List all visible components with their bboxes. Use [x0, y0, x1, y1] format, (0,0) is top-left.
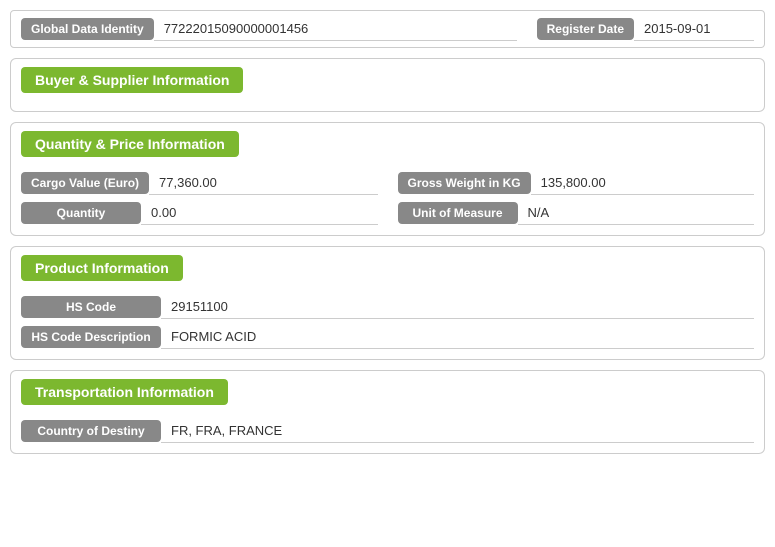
quantity-value: 0.00	[141, 201, 378, 225]
register-date-value: 2015-09-01	[634, 17, 754, 41]
cargo-value-label: Cargo Value (Euro)	[21, 172, 149, 194]
hs-code-desc-label: HS Code Description	[21, 326, 161, 348]
product-info-header: Product Information	[21, 255, 183, 281]
hs-code-row: HS Code 29151100	[21, 295, 754, 319]
unit-of-measure-label: Unit of Measure	[398, 202, 518, 224]
cargo-value-group: Cargo Value (Euro) 77,360.00	[21, 171, 378, 195]
global-data-identity-value: 77222015090000001456	[154, 17, 517, 41]
transportation-section: Transportation Information Country of De…	[10, 370, 765, 454]
quantity-group: Quantity 0.00	[21, 201, 378, 225]
register-date-label: Register Date	[537, 18, 634, 40]
top-bar: Global Data Identity 7722201509000000145…	[10, 10, 765, 48]
hs-code-label: HS Code	[21, 296, 161, 318]
country-destiny-row: Country of Destiny FR, FRA, FRANCE	[21, 419, 754, 443]
quantity-uom-row: Quantity 0.00 Unit of Measure N/A	[21, 201, 754, 225]
product-info-section: Product Information HS Code 29151100 HS …	[10, 246, 765, 360]
buyer-supplier-header: Buyer & Supplier Information	[21, 67, 243, 93]
quantity-label: Quantity	[21, 202, 141, 224]
buyer-supplier-section: Buyer & Supplier Information	[10, 58, 765, 112]
unit-of-measure-value: N/A	[518, 201, 755, 225]
country-destiny-label: Country of Destiny	[21, 420, 161, 442]
global-data-identity-label: Global Data Identity	[21, 18, 154, 40]
gross-weight-value: 135,800.00	[531, 171, 754, 195]
country-destiny-value: FR, FRA, FRANCE	[161, 419, 754, 443]
hs-code-desc-value: FORMIC ACID	[161, 325, 754, 349]
gross-weight-group: Gross Weight in KG 135,800.00	[398, 171, 755, 195]
transportation-header: Transportation Information	[21, 379, 228, 405]
unit-of-measure-group: Unit of Measure N/A	[398, 201, 755, 225]
quantity-price-section: Quantity & Price Information Cargo Value…	[10, 122, 765, 236]
hs-code-value: 29151100	[161, 295, 754, 319]
cargo-gross-row: Cargo Value (Euro) 77,360.00 Gross Weigh…	[21, 171, 754, 195]
cargo-value-value: 77,360.00	[149, 171, 377, 195]
gross-weight-label: Gross Weight in KG	[398, 172, 531, 194]
quantity-price-header: Quantity & Price Information	[21, 131, 239, 157]
hs-code-desc-row: HS Code Description FORMIC ACID	[21, 325, 754, 349]
